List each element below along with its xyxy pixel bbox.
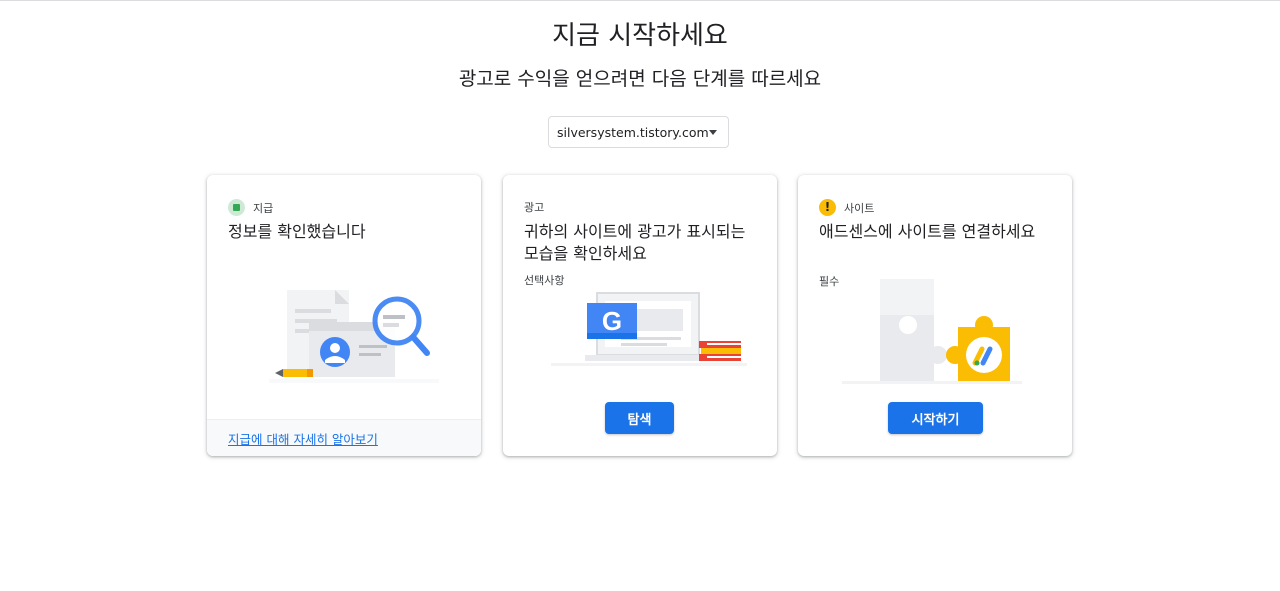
puzzle-connect-illustration	[842, 279, 1022, 384]
payment-card-title: 정보를 확인했습니다	[228, 222, 366, 241]
payment-card-footer: 지급에 대해 자세히 알아보기	[207, 419, 481, 456]
identity-verification-illustration	[269, 290, 439, 383]
ads-card-title: 귀하의 사이트에 광고가 표시되는 모습을 확인하세요	[524, 222, 746, 263]
site-card: ! 사이트 애드센스에 사이트를 연결하세요 필수 시작하기	[798, 175, 1072, 456]
site-status-label: 사이트	[844, 201, 875, 215]
explore-button[interactable]: 탐색	[605, 402, 674, 434]
caret-down-icon	[709, 130, 717, 135]
site-card-title: 애드센스에 사이트를 연결하세요	[819, 222, 1036, 241]
learn-more-payments-link[interactable]: 지급에 대해 자세히 알아보기	[228, 429, 378, 448]
ad-preview-illustration: G	[551, 292, 747, 366]
ads-category-label: 광고	[524, 201, 545, 214]
get-started-button[interactable]: 시작하기	[888, 402, 983, 434]
top-divider	[0, 0, 1280, 1]
ads-card: 광고 귀하의 사이트에 광고가 표시되는 모습을 확인하세요 선택사항 G 탐색	[503, 175, 777, 456]
site-required-label: 필수	[819, 275, 840, 288]
warning-icon: !	[819, 199, 836, 216]
page-title: 지금 시작하세요	[552, 21, 728, 51]
site-status: ! 사이트	[819, 199, 874, 216]
payment-status: 지급	[228, 199, 273, 216]
site-selector-dropdown[interactable]: silversystem.tistory.com	[548, 116, 729, 148]
page-subtitle: 광고로 수익을 얻으려면 다음 단계를 따르세요	[458, 68, 822, 90]
payment-card: 지급 정보를 확인했습니다 지급에 대해 자세히 알아보기	[207, 175, 481, 456]
google-g-logo: G	[602, 306, 622, 336]
payment-status-label: 지급	[253, 201, 274, 215]
ads-optional-label: 선택사항	[524, 274, 565, 287]
site-selector-value: silversystem.tistory.com	[557, 124, 709, 140]
check-status-icon	[228, 199, 245, 216]
